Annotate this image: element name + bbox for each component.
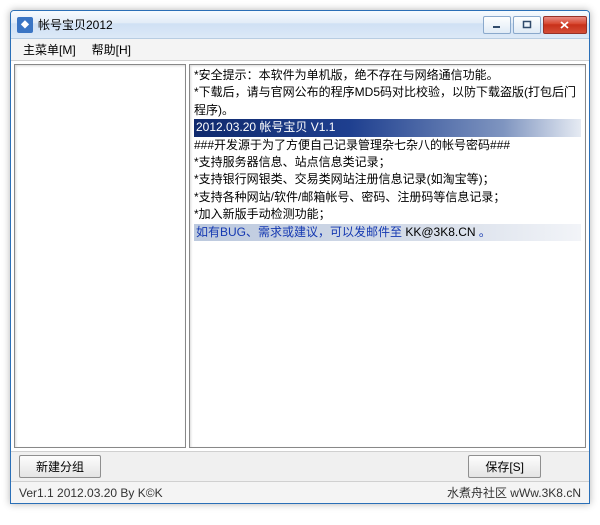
- contact-banner: 如有BUG、需求或建议，可以发邮件至 KK@3K8.CN 。: [194, 224, 581, 241]
- new-group-button[interactable]: 新建分组: [19, 455, 101, 478]
- maximize-button[interactable]: [513, 16, 541, 34]
- minimize-icon: [492, 20, 502, 30]
- close-icon: [559, 20, 571, 30]
- content-line: *支持银行网银类、交易类网站注册信息记录(如淘宝等)；: [194, 172, 495, 186]
- menu-bar: 主菜单[M] 帮助[H]: [11, 39, 589, 61]
- title-bar[interactable]: ◆ 帐号宝贝2012: [11, 11, 589, 39]
- menu-help[interactable]: 帮助[H]: [84, 39, 139, 60]
- content-line: *安全提示：本软件为单机版，绝不存在与网络通信功能。: [194, 68, 499, 82]
- maximize-icon: [522, 20, 532, 30]
- minimize-button[interactable]: [483, 16, 511, 34]
- contact-suffix: 。: [476, 225, 491, 239]
- window-title: 帐号宝贝2012: [38, 16, 481, 33]
- status-version: Ver1.1 2012.03.20 By K©K: [19, 486, 163, 500]
- window-controls: [481, 16, 587, 34]
- content-line: *加入新版手动检测功能；: [194, 207, 331, 221]
- content-line: *支持各种网站/软件/邮箱帐号、密码、注册码等信息记录；: [194, 190, 505, 204]
- content-line: ###开发源于为了方便自己记录管理杂七杂八的帐号密码###: [194, 138, 510, 152]
- app-icon: ◆: [17, 17, 33, 33]
- app-window: ◆ 帐号宝贝2012 主菜单[M] 帮助[H] *安全提示：本软件为单机版，绝不…: [10, 10, 590, 504]
- body-area: *安全提示：本软件为单机版，绝不存在与网络通信功能。 *下载后，请与官网公布的程…: [11, 61, 589, 451]
- status-community: 水煮舟社区 wWw.3K8.cN: [447, 484, 581, 501]
- contact-email: KK@3K8.CN: [405, 225, 475, 239]
- button-bar: 新建分组 保存[S]: [11, 451, 589, 481]
- save-button[interactable]: 保存[S]: [468, 455, 541, 478]
- content-panel[interactable]: *安全提示：本软件为单机版，绝不存在与网络通信功能。 *下载后，请与官网公布的程…: [189, 64, 586, 448]
- menu-main[interactable]: 主菜单[M]: [15, 39, 84, 60]
- status-bar: Ver1.1 2012.03.20 By K©K 水煮舟社区 wWw.3K8.c…: [11, 481, 589, 503]
- content-line: *下载后，请与官网公布的程序MD5码对比校验，以防下载盗版(打包后门程序)。: [194, 85, 576, 116]
- content-line: *支持服务器信息、站点信息类记录；: [194, 155, 391, 169]
- group-tree-panel[interactable]: [14, 64, 186, 448]
- contact-text: 如有BUG、需求或建议，可以发邮件至: [196, 225, 405, 239]
- release-banner: 2012.03.20 帐号宝贝 V1.1: [194, 119, 581, 136]
- close-button[interactable]: [543, 16, 587, 34]
